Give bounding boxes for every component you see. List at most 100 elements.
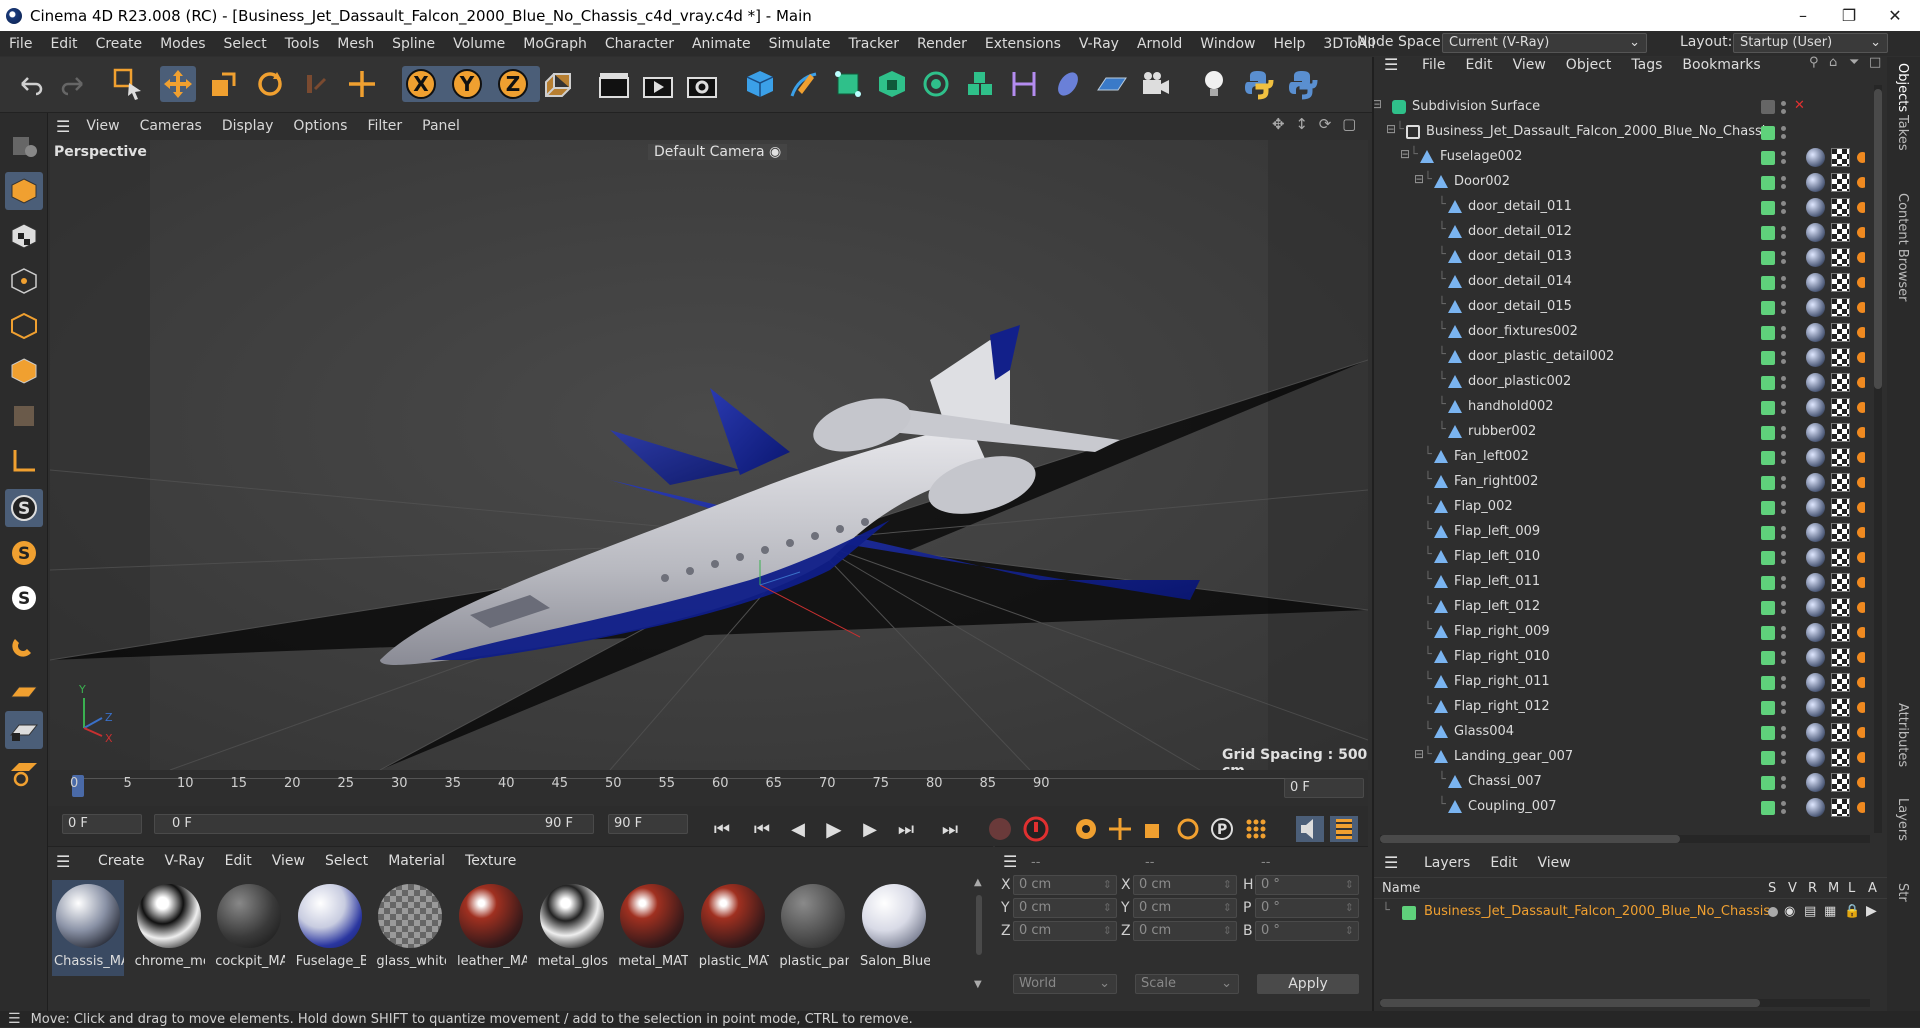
material-tag-icon[interactable] <box>1806 573 1825 592</box>
layer-color-swatch[interactable] <box>1761 726 1775 740</box>
editor-visibility-dot[interactable] <box>1781 376 1786 381</box>
play-button[interactable]: ▶ <box>820 816 848 842</box>
layer-color-swatch[interactable] <box>1761 376 1775 390</box>
editor-visibility-dot[interactable] <box>1781 251 1786 256</box>
material-tag-icon[interactable] <box>1806 648 1825 667</box>
texture-tag-icon[interactable] <box>1831 523 1850 542</box>
texture-tag-icon[interactable] <box>1831 148 1850 167</box>
material-tag-icon[interactable] <box>1806 398 1825 417</box>
material-swatch[interactable]: Chassis_MA <box>52 880 124 976</box>
menu-arnold[interactable]: Arnold <box>1128 36 1191 52</box>
texture-tag-icon[interactable] <box>1831 548 1850 567</box>
collapse-toggle-icon[interactable]: ⊟ <box>1400 147 1410 161</box>
layer-color-swatch[interactable] <box>1761 201 1775 215</box>
object-row[interactable]: └ rubber002 <box>1374 420 1889 445</box>
material-swatch[interactable]: Fuselage_Bl <box>294 880 366 976</box>
live-selection-button[interactable] <box>110 66 146 102</box>
render-visibility-dot[interactable] <box>1781 534 1786 539</box>
texture-tag-icon[interactable] <box>1831 248 1850 267</box>
editor-visibility-dot[interactable] <box>1781 451 1786 456</box>
menu-tools[interactable]: Tools <box>276 36 329 52</box>
home-icon[interactable]: ⌂ <box>1829 55 1837 70</box>
render-visibility-dot[interactable] <box>1781 784 1786 789</box>
object-row[interactable]: └ ⊟ Business_Jet_Dassault_Falcon_2000_Blue… <box>1374 120 1889 145</box>
material-menu-select[interactable]: Select <box>325 853 368 869</box>
render-visibility-dot[interactable] <box>1781 209 1786 214</box>
editor-visibility-dot[interactable] <box>1781 676 1786 681</box>
vray-tag-icon[interactable] <box>1857 348 1865 367</box>
object-row[interactable]: └ Flap_left_009 <box>1374 520 1889 545</box>
material-swatch[interactable]: metal_gloss <box>536 880 608 976</box>
material-swatch[interactable]: leather_MA <box>455 880 527 976</box>
material-tag-icon[interactable] <box>1806 248 1825 267</box>
editor-visibility-dot[interactable] <box>1781 101 1786 106</box>
viewport-menu-display[interactable]: Display <box>212 118 284 134</box>
texture-tag-icon[interactable] <box>1831 648 1850 667</box>
goto-end-button[interactable]: ⏭ <box>936 816 964 842</box>
editor-visibility-dot[interactable] <box>1781 601 1786 606</box>
light-button[interactable] <box>1196 66 1232 102</box>
render-visibility-dot[interactable] <box>1781 409 1786 414</box>
render-visibility-dot[interactable] <box>1781 609 1786 614</box>
texture-tag-icon[interactable] <box>1831 473 1850 492</box>
layer-color-swatch[interactable] <box>1761 226 1775 240</box>
preview-range-slider[interactable]: 0 F 90 F <box>154 814 594 834</box>
model-mode-button[interactable] <box>5 172 43 210</box>
stepper-icon[interactable]: ⇕ <box>1103 876 1112 894</box>
layer-color-swatch[interactable] <box>1761 676 1775 690</box>
material-tag-icon[interactable] <box>1806 773 1825 792</box>
prev-key-button[interactable]: ⏮ <box>748 816 776 842</box>
material-tag-icon[interactable] <box>1806 698 1825 717</box>
editor-visibility-dot[interactable] <box>1781 626 1786 631</box>
close-button[interactable]: ✕ <box>1872 0 1918 31</box>
menu-modes[interactable]: Modes <box>151 36 214 52</box>
material-menu-texture[interactable]: Texture <box>465 853 516 869</box>
layer-color-swatch[interactable] <box>1761 626 1775 640</box>
render-visibility-dot[interactable] <box>1781 134 1786 139</box>
object-row[interactable]: └ door_plastic_detail002 <box>1374 345 1889 370</box>
menu-mograph[interactable]: MoGraph <box>514 36 596 52</box>
prev-frame-button[interactable]: ◀ <box>784 816 812 842</box>
collapse-toggle-icon[interactable]: ⊟ <box>1386 122 1396 136</box>
coord-value-field[interactable]: 0 ° ⇕ <box>1255 898 1359 918</box>
render-visibility-dot[interactable] <box>1781 559 1786 564</box>
autokey-button[interactable] <box>1022 816 1050 842</box>
texture-tag-icon[interactable] <box>1831 398 1850 417</box>
snap-rotate-button[interactable] <box>5 753 43 791</box>
menu-animate[interactable]: Animate <box>683 36 760 52</box>
material-tag-icon[interactable] <box>1806 273 1825 292</box>
manager-icon[interactable]: ▦ <box>1824 904 1836 919</box>
filter-icon[interactable]: ⏷ <box>1849 55 1859 70</box>
layer-color-swatch[interactable] <box>1761 351 1775 365</box>
next-key-button[interactable]: ⏭ <box>892 816 920 842</box>
layer-color-swatch[interactable] <box>1761 776 1775 790</box>
render-visibility-dot[interactable] <box>1781 309 1786 314</box>
material-tag-icon[interactable] <box>1806 798 1825 817</box>
vray-tag-icon[interactable] <box>1857 273 1865 292</box>
material-menu-material[interactable]: Material <box>388 853 445 869</box>
stepper-icon[interactable]: ⇕ <box>1345 922 1354 940</box>
object-row[interactable]: └ door_detail_015 <box>1374 295 1889 320</box>
start-frame-field[interactable]: 0 F <box>62 814 142 834</box>
material-tag-icon[interactable] <box>1806 323 1825 342</box>
vray-tag-icon[interactable] <box>1857 373 1865 392</box>
lock-icon[interactable]: 🔒 <box>1844 904 1860 919</box>
texture-tag-icon[interactable] <box>1831 773 1850 792</box>
viewport-menu-cameras[interactable]: Cameras <box>130 118 212 134</box>
vray-tag-icon[interactable] <box>1857 548 1865 567</box>
collapse-toggle-icon[interactable]: ⊟ <box>1414 747 1424 761</box>
texture-tag-icon[interactable] <box>1831 223 1850 242</box>
status-hamburger-icon[interactable]: ☰ <box>8 1011 21 1027</box>
object-menu-file[interactable]: File <box>1422 57 1445 73</box>
texture-tag-icon[interactable] <box>1831 623 1850 642</box>
layer-color-swatch[interactable] <box>1761 151 1775 165</box>
python-script-button[interactable] <box>1240 66 1276 102</box>
render-visibility-dot[interactable] <box>1781 259 1786 264</box>
dolly-view-icon[interactable]: ↕ <box>1295 115 1308 133</box>
material-tag-icon[interactable] <box>1806 148 1825 167</box>
search-icon[interactable]: ⚲ <box>1809 55 1819 70</box>
scale-mode-select[interactable]: Scale ⌄ <box>1135 974 1239 994</box>
render-visibility-dot[interactable] <box>1781 384 1786 389</box>
stepper-icon[interactable]: ⇕ <box>1223 876 1232 894</box>
material-tag-icon[interactable] <box>1806 498 1825 517</box>
